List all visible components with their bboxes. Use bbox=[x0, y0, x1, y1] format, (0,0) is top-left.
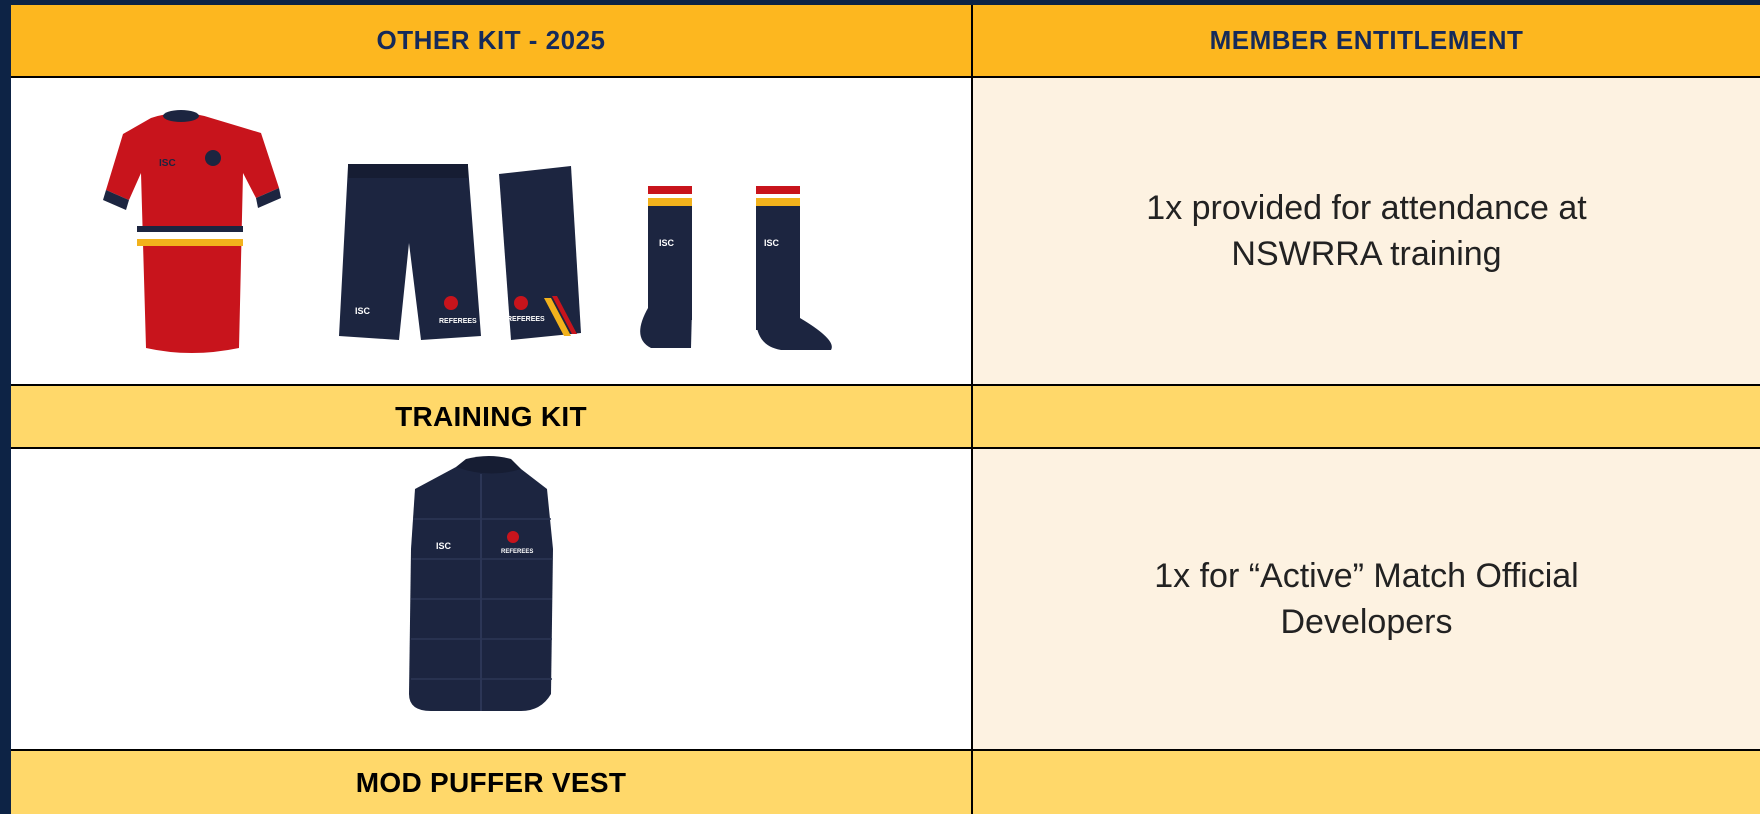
column-header-entitlement: MEMBER ENTITLEMENT bbox=[973, 5, 1760, 76]
training-kit-image-cell: ISC ISC REFEREES REFEREES ISC ISC bbox=[11, 78, 971, 384]
puffer-vest-label: MOD PUFFER VEST bbox=[355, 766, 627, 798]
svg-text:ISC: ISC bbox=[355, 306, 371, 316]
kit-table: OTHER KIT - 2025 MEMBER ENTITLEMENT ISC bbox=[11, 5, 1760, 814]
training-shorts-back-icon: REFEREES bbox=[499, 166, 581, 340]
training-tee-icon: ISC bbox=[103, 110, 281, 353]
puffer-vest-icon: ISC REFEREES bbox=[409, 456, 553, 711]
puffer-vest-entitlement-cell: 1x for “Active” Match Official Developer… bbox=[973, 449, 1760, 749]
column-header-entitlement-text: MEMBER ENTITLEMENT bbox=[1209, 25, 1524, 55]
svg-text:ISC: ISC bbox=[659, 238, 675, 248]
training-kit-illustration: ISC ISC REFEREES REFEREES ISC ISC bbox=[103, 110, 832, 353]
training-kit-entitlement: 1x provided for attendance at NSWRRA tra… bbox=[1146, 189, 1587, 273]
svg-text:REFEREES: REFEREES bbox=[507, 316, 545, 323]
training-shorts-icon: ISC REFEREES bbox=[339, 164, 481, 340]
training-kit-entitlement-cell: 1x provided for attendance at NSWRRA tra… bbox=[973, 78, 1760, 384]
svg-text:ISC: ISC bbox=[436, 541, 452, 551]
puffer-vest-label-cell: MOD PUFFER VEST bbox=[11, 751, 971, 814]
svg-text:REFEREES: REFEREES bbox=[501, 549, 533, 555]
column-header-kit: OTHER KIT - 2025 bbox=[11, 5, 971, 76]
svg-text:ISC: ISC bbox=[764, 238, 780, 248]
training-kit-label-cell: TRAINING KIT bbox=[11, 386, 971, 447]
puffer-vest-image-cell: ISC REFEREES bbox=[11, 449, 971, 749]
svg-text:ISC: ISC bbox=[159, 158, 176, 169]
column-header-kit-text: OTHER KIT - 2025 bbox=[376, 25, 606, 55]
svg-text:REFEREES: REFEREES bbox=[439, 318, 477, 325]
puffer-vest-entitlement: 1x for “Active” Match Official Developer… bbox=[1154, 557, 1579, 641]
training-kit-label-spacer bbox=[973, 386, 1760, 447]
puffer-vest-label-spacer bbox=[973, 751, 1760, 814]
training-kit-label: TRAINING KIT bbox=[395, 400, 587, 432]
puffer-vest-illustration: ISC REFEREES bbox=[409, 456, 553, 711]
training-socks-icon: ISC ISC bbox=[640, 180, 832, 350]
